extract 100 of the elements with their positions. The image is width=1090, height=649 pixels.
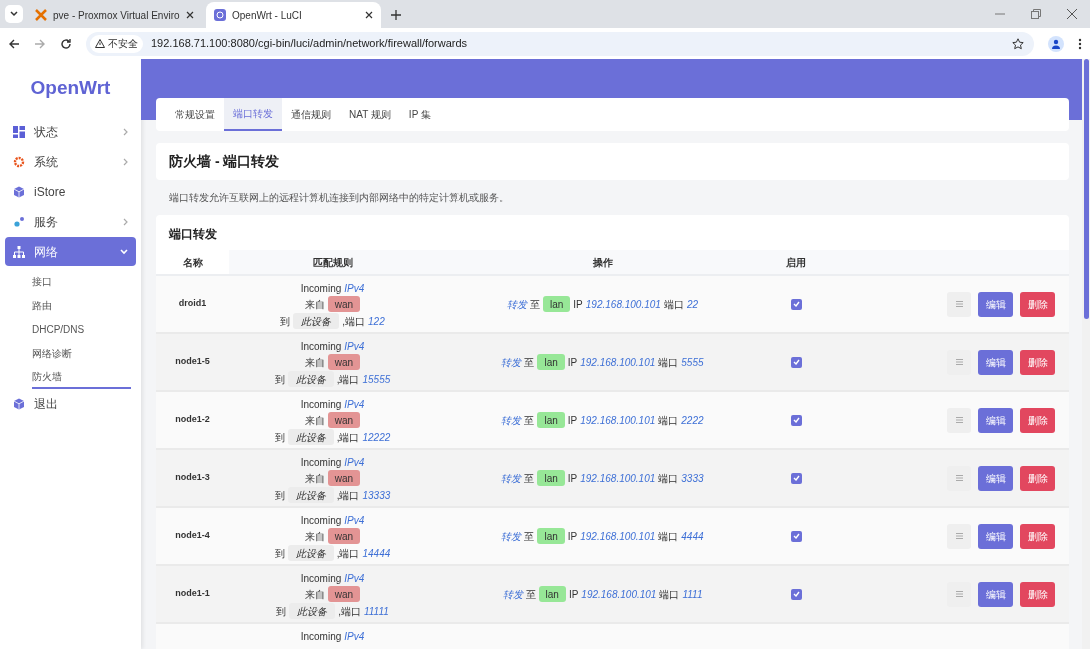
new-tab-icon[interactable] bbox=[391, 10, 401, 20]
edit-button[interactable]: 编辑 bbox=[978, 349, 1013, 375]
port-link[interactable]: 2222 bbox=[681, 412, 704, 428]
port-label: ,端口 bbox=[338, 604, 361, 619]
tab-title: OpenWrt - LuCI bbox=[232, 8, 303, 23]
ip-link[interactable]: 192.168.100.101 bbox=[580, 470, 656, 486]
drag-handle[interactable] bbox=[947, 407, 971, 433]
action-link[interactable]: 转发 bbox=[501, 412, 522, 428]
sidebar-item[interactable]: 网络 bbox=[5, 237, 136, 266]
security-chip[interactable]: 不安全 bbox=[90, 34, 143, 53]
port-link[interactable]: 22 bbox=[686, 296, 698, 312]
forward-icon[interactable] bbox=[34, 37, 46, 50]
edit-button[interactable]: 编辑 bbox=[978, 407, 1013, 433]
family-link[interactable]: IPv4 bbox=[344, 396, 365, 412]
menu-icon bbox=[955, 301, 963, 307]
sidebar-item[interactable]: 退出 bbox=[5, 389, 136, 418]
reload-icon[interactable] bbox=[60, 37, 72, 50]
drag-handle[interactable] bbox=[947, 581, 971, 607]
close-icon[interactable] bbox=[186, 11, 194, 19]
scrollbar-thumb[interactable] bbox=[1084, 59, 1089, 319]
port-link[interactable]: 122 bbox=[368, 313, 385, 329]
ip-link[interactable]: 192.168.100.101 bbox=[580, 412, 656, 428]
delete-button[interactable]: 删除 bbox=[1020, 523, 1055, 549]
delete-button[interactable]: 删除 bbox=[1020, 291, 1055, 317]
enable-checkbox[interactable] bbox=[790, 588, 802, 600]
edit-button[interactable]: 编辑 bbox=[978, 291, 1013, 317]
page-tab[interactable]: 通信规则 bbox=[282, 98, 340, 131]
delete-button[interactable]: 删除 bbox=[1020, 349, 1055, 375]
action-link[interactable]: 转发 bbox=[501, 354, 522, 370]
ip-link[interactable]: 192.168.100.101 bbox=[580, 354, 656, 370]
family-link[interactable]: IPv4 bbox=[344, 628, 365, 644]
rule-name: droid1 bbox=[178, 297, 207, 311]
star-icon[interactable] bbox=[1012, 37, 1024, 50]
page-tab[interactable]: IP 集 bbox=[399, 98, 440, 131]
ip-link[interactable]: 192.168.100.101 bbox=[585, 296, 661, 312]
edit-button[interactable]: 编辑 bbox=[978, 581, 1013, 607]
family-link[interactable]: IPv4 bbox=[344, 570, 365, 586]
delete-button[interactable]: 删除 bbox=[1020, 581, 1055, 607]
enable-checkbox[interactable] bbox=[790, 298, 802, 310]
delete-button[interactable]: 删除 bbox=[1020, 407, 1055, 433]
restore-icon[interactable] bbox=[1031, 9, 1041, 19]
sidebar-item[interactable]: iStore bbox=[5, 177, 136, 206]
sidebar-item[interactable]: 系统 bbox=[5, 147, 136, 176]
port-link[interactable]: 4444 bbox=[681, 528, 704, 544]
enable-checkbox[interactable] bbox=[790, 414, 802, 426]
port-link[interactable]: 14444 bbox=[362, 545, 391, 561]
profile-avatar[interactable] bbox=[1048, 35, 1064, 52]
port-label: 端口 bbox=[659, 587, 680, 602]
submenu-item[interactable]: DHCP/DNS bbox=[32, 317, 131, 341]
port-link[interactable]: 15555 bbox=[362, 371, 391, 387]
action-link[interactable]: 转发 bbox=[507, 296, 527, 312]
page-tab[interactable]: NAT 规则 bbox=[340, 98, 400, 131]
port-link[interactable]: 1111 bbox=[682, 586, 703, 602]
edit-button[interactable]: 编辑 bbox=[978, 465, 1013, 491]
to-label: 至 bbox=[525, 587, 536, 602]
close-icon[interactable] bbox=[1067, 9, 1077, 19]
drag-handle[interactable] bbox=[947, 465, 971, 491]
logo[interactable]: OpenWrt bbox=[30, 73, 111, 103]
description: 端口转发允许互联网上的远程计算机连接到内部网络中的特定计算机或服务。 bbox=[169, 191, 509, 205]
port-link[interactable]: 5555 bbox=[681, 354, 704, 370]
check-icon bbox=[792, 591, 800, 597]
enable-checkbox[interactable] bbox=[790, 530, 802, 542]
action-link[interactable]: 转发 bbox=[501, 528, 522, 544]
drag-handle[interactable] bbox=[947, 291, 971, 317]
page-title: 防火墙 - 端口转发 bbox=[169, 152, 280, 171]
submenu-item[interactable]: 网络诊断 bbox=[32, 341, 131, 365]
family-link[interactable]: IPv4 bbox=[344, 454, 365, 470]
enable-checkbox[interactable] bbox=[790, 356, 802, 368]
tab-list-button[interactable] bbox=[5, 5, 23, 23]
browser-tab[interactable]: pve - Proxmox Virtual Enviro bbox=[27, 2, 202, 28]
sidebar-item[interactable]: 服务 bbox=[5, 207, 136, 236]
device-tag: 此设备 bbox=[287, 429, 334, 445]
action-link[interactable]: 转发 bbox=[501, 470, 522, 486]
more-icon[interactable] bbox=[1078, 37, 1082, 50]
family-link[interactable]: IPv4 bbox=[344, 280, 365, 296]
family-link[interactable]: IPv4 bbox=[344, 338, 365, 354]
delete-button[interactable]: 删除 bbox=[1020, 465, 1055, 491]
address-bar[interactable]: 不安全 192.168.71.100:8080/cgi-bin/luci/admin/network/firewall/forwards bbox=[86, 31, 1034, 56]
browser-tab[interactable]: OpenWrt - LuCI bbox=[206, 2, 381, 28]
ip-link[interactable]: 192.168.100.101 bbox=[580, 528, 656, 544]
page-tab[interactable]: 端口转发 bbox=[224, 98, 282, 131]
back-icon[interactable] bbox=[8, 37, 20, 50]
submenu-item[interactable]: 防火墙 bbox=[32, 365, 131, 389]
family-link[interactable]: IPv4 bbox=[344, 512, 365, 528]
action-link[interactable]: 转发 bbox=[502, 586, 523, 602]
ip-link[interactable]: 192.168.100.101 bbox=[581, 586, 657, 602]
port-link[interactable]: 13333 bbox=[362, 487, 391, 503]
port-link[interactable]: 12222 bbox=[362, 429, 391, 445]
port-link[interactable]: 3333 bbox=[681, 470, 704, 486]
submenu-item[interactable]: 路由 bbox=[32, 293, 131, 317]
port-link[interactable]: 11111 bbox=[363, 603, 389, 619]
submenu-item[interactable]: 接口 bbox=[32, 269, 131, 293]
close-icon[interactable] bbox=[365, 11, 373, 19]
enable-checkbox[interactable] bbox=[790, 472, 802, 484]
edit-button[interactable]: 编辑 bbox=[978, 523, 1013, 549]
sidebar-item[interactable]: 状态 bbox=[5, 117, 136, 146]
ip-label: IP bbox=[568, 587, 579, 602]
drag-handle[interactable] bbox=[947, 349, 971, 375]
page-tab[interactable]: 常规设置 bbox=[166, 98, 224, 131]
drag-handle[interactable] bbox=[947, 523, 971, 549]
